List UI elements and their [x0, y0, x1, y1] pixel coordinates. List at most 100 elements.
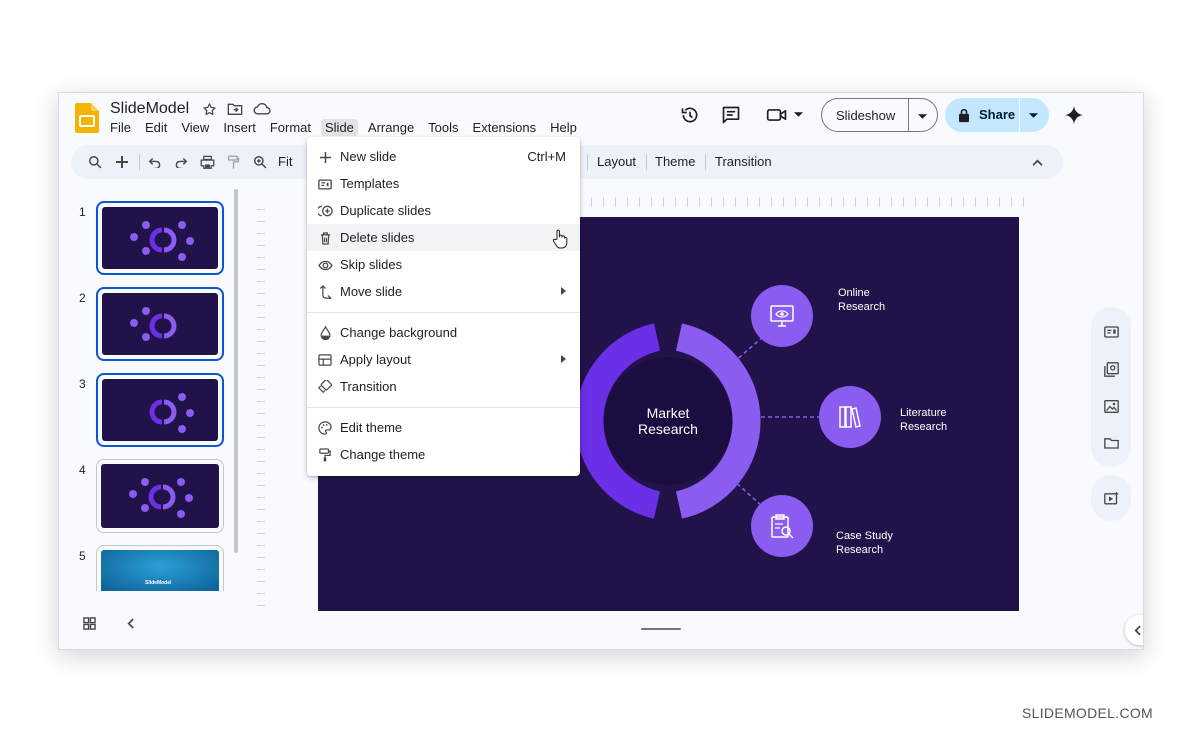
slide-thumbnail-4[interactable] [96, 459, 224, 533]
menu-bar: File Edit View Insert Format Slide Arran… [110, 119, 591, 136]
contacts-image-icon[interactable] [1100, 395, 1122, 417]
slide-thumbnail-3[interactable] [96, 373, 224, 447]
expand-side-panel-chevron-icon[interactable] [1125, 615, 1143, 645]
literature-research-node[interactable] [819, 386, 881, 448]
slide-number: 2 [79, 291, 86, 305]
filmstrip-scrollbar[interactable] [234, 189, 238, 553]
menu-item-delete-slides[interactable]: Delete slides [307, 224, 580, 251]
toolbar-divider [705, 154, 706, 170]
case-study-research-label[interactable]: Case Study Research [836, 529, 893, 557]
online-research-label[interactable]: Online Research [838, 286, 885, 314]
print-icon[interactable] [199, 154, 215, 170]
slide-thumbnail-2[interactable] [96, 287, 224, 361]
zoom-fit-dropdown[interactable]: Fit [278, 154, 292, 169]
literature-research-label[interactable]: Literature Research [900, 406, 947, 434]
menu-item-label: Delete slides [340, 230, 415, 245]
menu-help[interactable]: Help [550, 120, 577, 135]
add-video-icon[interactable] [1100, 487, 1122, 509]
submenu-arrow-icon [561, 287, 566, 295]
theme-button[interactable]: Theme [655, 154, 695, 169]
slide-menu-dropdown: New slide Ctrl+M Templates Duplicate sli… [307, 137, 580, 476]
document-title[interactable]: SlideModel [110, 100, 189, 118]
collapse-toolbar-chevron-up-icon[interactable] [1029, 155, 1045, 169]
meet-dropdown-icon[interactable] [792, 109, 804, 119]
menu-slide[interactable]: Slide [321, 119, 358, 136]
comments-icon[interactable] [720, 104, 742, 126]
slideshow-dropdown-icon[interactable] [914, 111, 930, 121]
menu-item-skip-slides[interactable]: Skip slides [307, 251, 580, 278]
menu-item-move-slide[interactable]: Move slide [307, 278, 580, 305]
menu-item-label: Change background [340, 325, 458, 340]
menu-item-duplicate-slides[interactable]: Duplicate slides [307, 197, 580, 224]
thumbnail-canvas: SlideModel [101, 550, 219, 591]
slide-number: 5 [79, 549, 86, 563]
slideshow-button[interactable]: Slideshow [836, 108, 895, 123]
watermark: SLIDEMODEL.COM [1022, 705, 1153, 721]
slide-number: 4 [79, 463, 86, 477]
menu-separator [307, 312, 580, 313]
thumbnail-canvas [102, 379, 218, 441]
thumbnail-brand: SlideModel [145, 580, 172, 586]
search-menus-icon[interactable] [87, 154, 103, 170]
slide-thumbnail-5[interactable]: SlideModel [96, 545, 224, 591]
menu-format[interactable]: Format [270, 120, 311, 135]
keep-notes-icon[interactable] [1100, 321, 1122, 343]
menu-edit[interactable]: Edit [145, 120, 167, 135]
paint-format-icon[interactable] [225, 154, 241, 170]
menu-file[interactable]: File [110, 120, 131, 135]
menu-view[interactable]: View [181, 120, 209, 135]
speaker-notes-drag-handle[interactable] [641, 628, 681, 630]
menu-item-new-slide[interactable]: New slide Ctrl+M [307, 143, 580, 170]
templates-icon [317, 176, 333, 192]
menu-item-edit-theme[interactable]: Edit theme [307, 414, 580, 441]
app-window: SlideModel File Edit View Insert Format … [58, 92, 1144, 650]
side-panel-tray [1091, 307, 1131, 467]
menu-tools[interactable]: Tools [428, 120, 458, 135]
menu-separator [307, 407, 580, 408]
folder-icon[interactable] [1100, 432, 1122, 454]
menu-item-apply-layout[interactable]: Apply layout [307, 346, 580, 373]
online-research-node[interactable] [751, 285, 813, 347]
center-title[interactable]: Market Research [618, 405, 718, 437]
meet-camera-icon[interactable] [765, 104, 789, 126]
undo-icon[interactable] [147, 154, 163, 170]
new-slide-plus-icon[interactable] [114, 154, 130, 170]
version-history-icon[interactable] [679, 104, 701, 126]
move-folder-icon[interactable] [227, 101, 243, 117]
transition-button[interactable]: Transition [715, 154, 772, 169]
image-gallery-icon[interactable] [1100, 358, 1122, 380]
share-button[interactable]: Share [979, 107, 1015, 122]
plus-icon [317, 149, 333, 165]
redo-icon[interactable] [173, 154, 189, 170]
menu-item-transition[interactable]: Transition [307, 373, 580, 400]
cloud-saved-icon[interactable] [253, 101, 271, 117]
layout-icon [317, 352, 333, 368]
gemini-sparkle-icon[interactable] [1063, 104, 1085, 126]
side-panel-tray-2 [1091, 475, 1131, 521]
move-icon [317, 284, 333, 300]
slide-thumbnail-1[interactable] [96, 201, 224, 275]
vertical-ruler [257, 209, 265, 617]
share-dropdown-icon[interactable] [1025, 110, 1041, 120]
slides-logo-icon[interactable] [75, 103, 99, 133]
share-split-button: Share [945, 98, 1049, 132]
layout-button[interactable]: Layout [597, 154, 636, 169]
menu-item-change-background[interactable]: Change background [307, 319, 580, 346]
menu-item-label: Move slide [340, 284, 403, 299]
menu-item-label: Apply layout [340, 352, 411, 367]
grid-view-icon[interactable] [81, 615, 97, 631]
toolbar-divider [646, 154, 647, 170]
menu-arrange[interactable]: Arrange [368, 120, 414, 135]
zoom-icon[interactable] [252, 154, 268, 170]
case-study-research-node[interactable] [751, 495, 813, 557]
share-divider [1019, 98, 1020, 132]
menu-extensions[interactable]: Extensions [473, 120, 537, 135]
collapse-filmstrip-chevron-icon[interactable] [122, 615, 138, 631]
menu-item-change-theme[interactable]: Change theme [307, 441, 580, 468]
menu-item-templates[interactable]: Templates [307, 170, 580, 197]
star-icon[interactable] [201, 101, 217, 117]
hand-cursor-icon [551, 228, 569, 250]
menu-item-label: Duplicate slides [340, 203, 432, 218]
menu-insert[interactable]: Insert [223, 120, 256, 135]
paint-roller-icon [317, 447, 333, 463]
